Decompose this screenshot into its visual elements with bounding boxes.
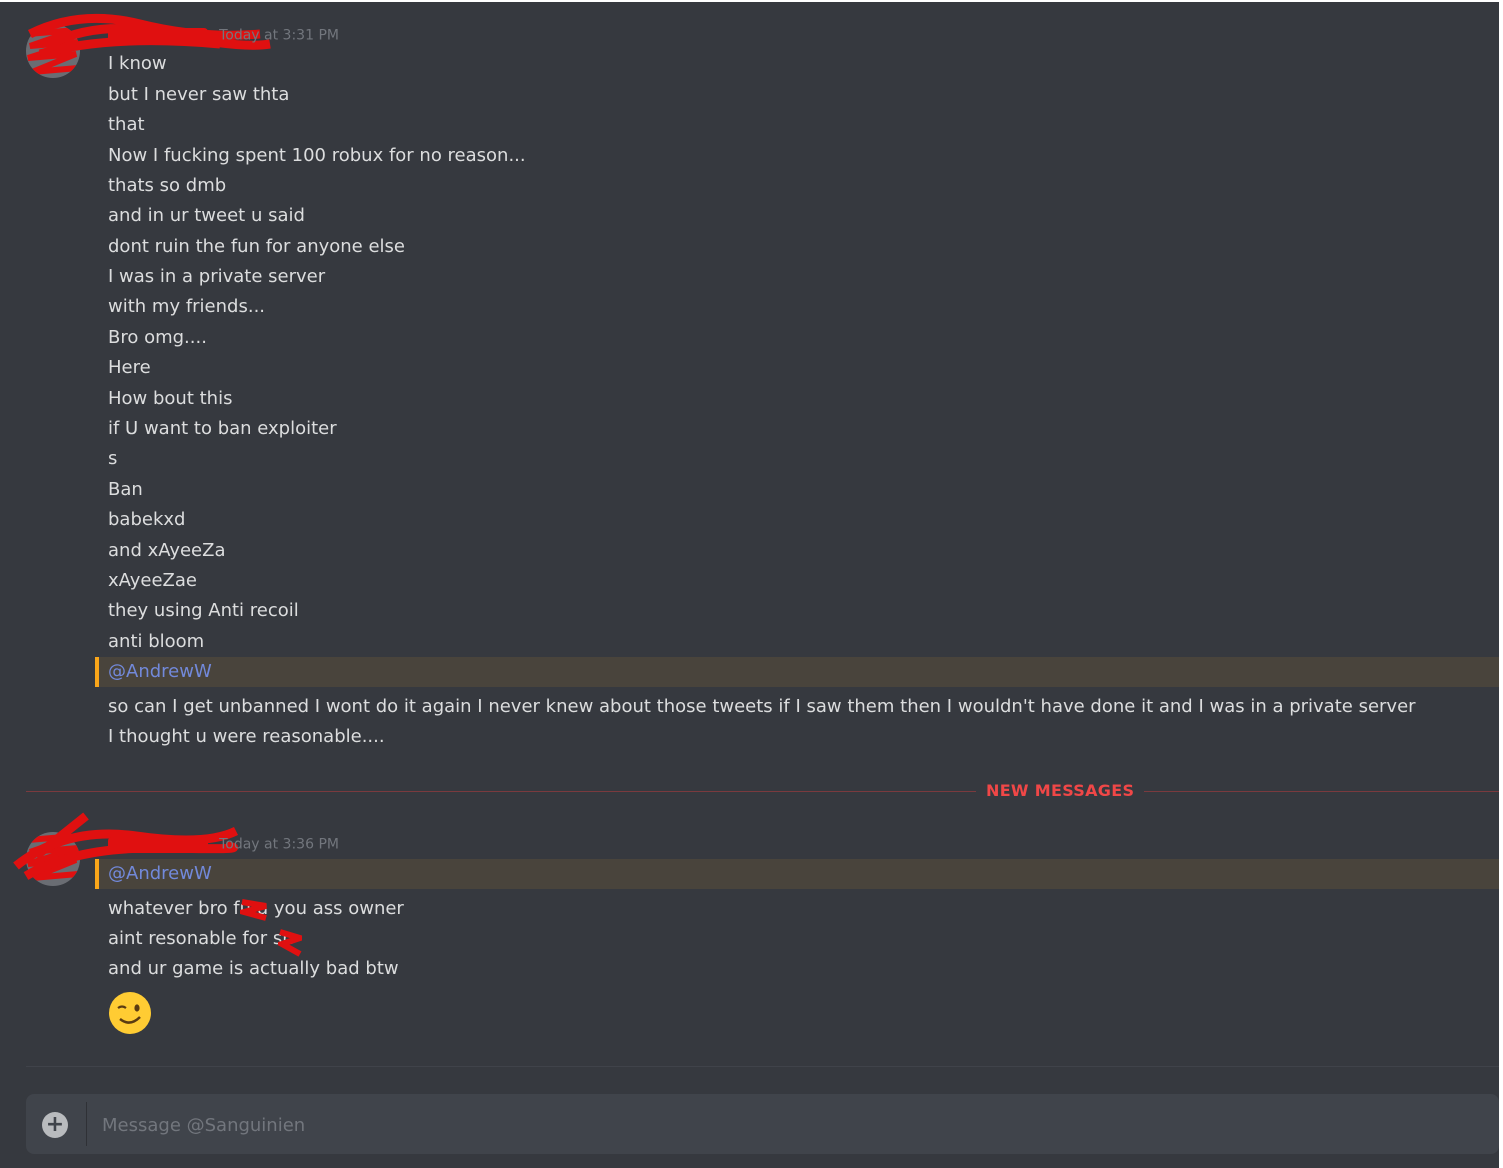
username-redacted[interactable] xyxy=(108,27,208,44)
message-text: s xyxy=(108,448,118,469)
message-input[interactable] xyxy=(100,1106,1484,1144)
message-text: anti bloom xyxy=(108,631,205,652)
new-messages-divider xyxy=(26,791,1499,792)
message-text: and in ur tweet u said xyxy=(108,205,305,226)
message-text: xAyeeZae xyxy=(108,570,197,591)
add-attachment-button[interactable]: + xyxy=(42,1112,68,1138)
message-header: Today at 3:31 PM xyxy=(108,25,339,47)
message-text: Now I fucking spent 100 robux for no rea… xyxy=(108,145,526,166)
message-text: and xAyeeZa xyxy=(108,540,226,561)
message-text: so can I get unbanned I wont do it again… xyxy=(108,696,1416,717)
message-text: aint resonable for sh xyxy=(108,928,294,949)
mention-highlight: @AndrewW xyxy=(95,859,1499,889)
message-text: dont ruin the fun for anyone else xyxy=(108,236,406,257)
composer-separator xyxy=(26,1066,1499,1067)
message-text: that xyxy=(108,114,145,135)
redaction-scribble xyxy=(240,899,267,921)
message-text: babekxd xyxy=(108,509,186,530)
message-text: Bro omg.... xyxy=(108,327,207,348)
timestamp: Today at 3:31 PM xyxy=(219,27,339,44)
timestamp: Today at 3:36 PM xyxy=(219,836,339,853)
message-text: they using Anti recoil xyxy=(108,600,299,621)
message-group-1: Today at 3:31 PM I know but I never saw … xyxy=(0,0,1499,760)
new-messages-label: NEW MESSAGES xyxy=(976,780,1145,802)
user-mention[interactable]: @AndrewW xyxy=(108,862,212,886)
message-text: but I never saw thta xyxy=(108,84,290,105)
user-mention[interactable]: @AndrewW xyxy=(108,660,212,684)
redaction-scribble xyxy=(278,929,302,957)
message-text: Ban xyxy=(108,479,143,500)
right-border xyxy=(1499,0,1503,1168)
winking-face-emoji[interactable] xyxy=(108,991,152,1035)
message-text: thats so dmb xyxy=(108,175,227,196)
message-group-2: Today at 3:36 PM @AndrewW whatever bro f… xyxy=(0,800,1499,1050)
message-header: Today at 3:36 PM xyxy=(108,834,339,856)
message-text: if U want to ban exploiter xyxy=(108,418,337,439)
message-text: I know xyxy=(108,53,167,74)
message-text: with my friends... xyxy=(108,296,266,317)
message-composer: + xyxy=(26,1094,1499,1154)
composer-divider xyxy=(86,1102,87,1146)
message-text: Here xyxy=(108,357,151,378)
mention-highlight: @AndrewW xyxy=(95,657,1499,687)
username-redacted[interactable] xyxy=(108,836,208,853)
message-text: I was in a private server xyxy=(108,266,326,287)
message-text: I thought u were reasonable.... xyxy=(108,726,385,747)
message-text: How bout this xyxy=(108,388,233,409)
message-text: and ur game is actually bad btw xyxy=(108,958,399,979)
